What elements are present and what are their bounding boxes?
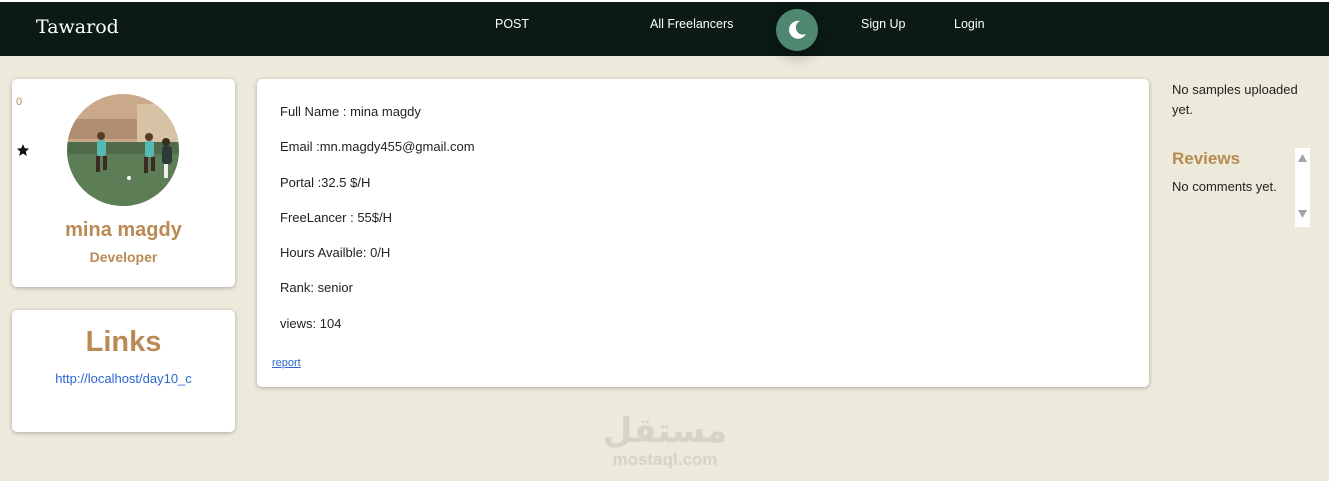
profile-link[interactable]: http://localhost/day10_c — [12, 371, 235, 386]
info-views: views: 104 — [280, 316, 342, 331]
profile-card: 0 mina magdy Developer — [12, 79, 235, 287]
report-link[interactable]: report — [272, 357, 301, 369]
links-title: Links — [85, 326, 162, 358]
top-navbar: Tawarod POST All Freelancers Sign Up Log… — [0, 0, 1329, 56]
profile-role: Developer — [89, 249, 158, 265]
nav-link-sign-up[interactable]: Sign Up — [861, 17, 905, 31]
samples-message: No samples uploaded yet. — [1172, 82, 1298, 117]
watermark-text: mostaql.com — [612, 450, 718, 469]
rating-count: 0 — [16, 96, 23, 108]
info-freelancer-rate: FreeLancer : 55$/H — [280, 210, 393, 225]
links-card: Links http://localhost/day10_c — [12, 310, 235, 432]
info-full-name: Full Name : mina magdy — [280, 104, 421, 119]
brand-logo[interactable]: Tawarod — [36, 16, 119, 38]
star-icon — [16, 144, 30, 156]
info-email: Email :mn.magdy455@gmail.com — [280, 139, 475, 154]
info-card: Full Name : mina magdy Email :mn.magdy45… — [257, 79, 1149, 387]
samples-reviews-column: No samples uploaded yet. Reviews No comm… — [1172, 80, 1312, 194]
scroll-down-arrow-icon[interactable] — [1298, 210, 1307, 218]
moon-icon — [789, 20, 806, 39]
reviews-scrollbar[interactable] — [1295, 148, 1310, 227]
theme-toggle-button[interactable] — [776, 9, 818, 51]
nav-link-post[interactable]: POST — [495, 17, 529, 31]
nav-link-login[interactable]: Login — [954, 17, 985, 31]
profile-name: mina magdy — [65, 219, 182, 241]
scroll-up-arrow-icon[interactable] — [1298, 154, 1307, 162]
info-rank: Rank: senior — [280, 280, 353, 295]
reviews-title: Reviews — [1172, 149, 1241, 168]
svg-text:مستقل: مستقل — [603, 411, 727, 450]
mostaql-logo: مستقل — [603, 411, 727, 451]
avatar — [67, 94, 179, 206]
info-portal-rate: Portal :32.5 $/H — [280, 175, 371, 190]
comments-message: No comments yet. — [1172, 179, 1277, 194]
info-hours-available: Hours Availble: 0/H — [280, 245, 391, 260]
mostaql-watermark: مستقل mostaql.com — [600, 408, 730, 472]
nav-link-all-freelancers[interactable]: All Freelancers — [650, 17, 733, 31]
